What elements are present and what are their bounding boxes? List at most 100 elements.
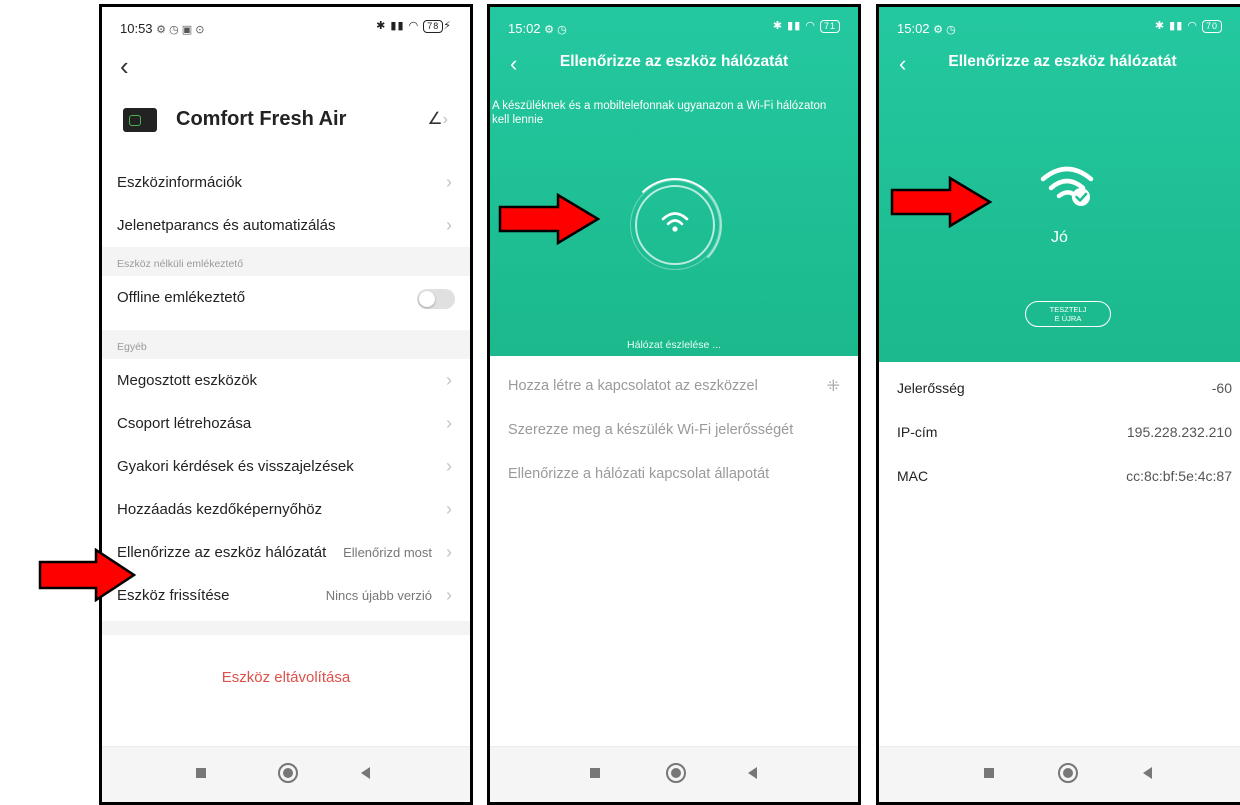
network-info-list: Jelerősség -60 IP-cím 195.228.232.210 MA… bbox=[879, 371, 1240, 503]
row-offline-reminder: Offline emlékeztető bbox=[102, 276, 470, 319]
wifi-icon bbox=[661, 212, 689, 232]
row-label: Hozzáadás kezdőképernyőhöz bbox=[117, 501, 323, 518]
retest-label-line2: E ÚJRA bbox=[1054, 314, 1082, 323]
row-add-home-screen[interactable]: Hozzáadás kezdőképernyőhöz › bbox=[102, 488, 470, 531]
info-value: -60 bbox=[1211, 380, 1232, 396]
nav-home-icon[interactable] bbox=[1057, 762, 1079, 784]
device-header[interactable]: Comfort Fresh Air ∠› bbox=[120, 103, 458, 143]
red-arrow-annotation bbox=[498, 193, 601, 245]
row-label: Offline emlékeztető bbox=[117, 289, 246, 306]
row-label: Eszközinformációk bbox=[117, 174, 243, 191]
detecting-label: Hálózat észlelése ... bbox=[627, 339, 721, 351]
spinner-icon: ⁜ bbox=[826, 378, 840, 395]
nav-back-icon[interactable] bbox=[742, 762, 764, 784]
nav-back-icon[interactable] bbox=[355, 762, 377, 784]
divider bbox=[102, 621, 470, 635]
row-firmware-update[interactable]: Eszköz frissítése Nincs újabb verzió › bbox=[102, 574, 470, 617]
settings-list: Eszközinformációk › Jelenetparancs és au… bbox=[102, 161, 470, 635]
chevron-right-icon: › bbox=[446, 456, 452, 476]
status-right-icons: ✱ ▮▮ ◠ 70 bbox=[1155, 19, 1222, 33]
status-bar: 15:02 ⚙ ◷ ✱ ▮▮ ◠ 71 bbox=[490, 7, 858, 43]
battery-icon: 71 bbox=[819, 20, 840, 33]
phone-device-settings: 10:53 ⚙ ◷ ▣ ⊙ ✱ ▮▮ ◠ 78 ⚡ ‹ Comfort Fresh… bbox=[99, 4, 473, 805]
step-label: Szerezze meg a készülék Wi-Fi jelerősség… bbox=[508, 422, 794, 438]
status-bar: 10:53 ⚙ ◷ ▣ ⊙ ✱ ▮▮ ◠ 78 ⚡ bbox=[102, 7, 470, 43]
nav-back-icon[interactable] bbox=[1137, 762, 1159, 784]
battery-icon: 78 bbox=[423, 20, 444, 33]
red-arrow-annotation bbox=[38, 548, 137, 602]
chevron-right-icon: › bbox=[446, 585, 452, 605]
nav-home-icon[interactable] bbox=[665, 762, 687, 784]
device-name: Comfort Fresh Air bbox=[176, 108, 347, 130]
status-bar: 15:02 ⚙ ◷ ✱ ▮▮ ◠ 70 bbox=[879, 7, 1240, 43]
remove-device-button[interactable]: Eszköz eltávolítása bbox=[102, 669, 470, 686]
step-label: Hozza létre a kapcsolatot az eszközzel bbox=[508, 378, 758, 394]
status-right-icons: ✱ ▮▮ ◠ 78 ⚡ bbox=[376, 20, 452, 33]
chevron-right-icon: › bbox=[446, 215, 452, 235]
info-row-signal: Jelerősség -60 bbox=[879, 371, 1240, 415]
row-label: Csoport létrehozása bbox=[117, 415, 252, 432]
row-value: Nincs újabb verzió bbox=[325, 588, 432, 603]
description: A készüléknek és a mobiltelefonnak ugyan… bbox=[492, 100, 827, 126]
retest-label-line1: TESZTELJ bbox=[1049, 305, 1087, 314]
row-shared-devices[interactable]: Megosztott eszközök › bbox=[102, 359, 470, 402]
device-icon bbox=[123, 108, 157, 132]
section-other: Egyéb bbox=[102, 330, 470, 359]
status-icons: ⚙ ◷ bbox=[933, 24, 956, 36]
row-label: Gyakori kérdések és visszajelzések bbox=[117, 458, 354, 475]
info-label: Jelerősség bbox=[897, 380, 965, 396]
row-check-network[interactable]: Ellenőrizze az eszköz hálózatát Ellenőri… bbox=[102, 531, 470, 574]
info-row-ip: IP-cím 195.228.232.210 bbox=[879, 415, 1240, 459]
battery-icon: 70 bbox=[1201, 20, 1222, 33]
nav-recent-icon[interactable] bbox=[978, 762, 1000, 784]
chevron-right-icon: › bbox=[446, 413, 452, 433]
info-value: 195.228.232.210 bbox=[1126, 424, 1232, 440]
row-label: Ellenőrizze az eszköz hálózatát bbox=[117, 544, 327, 561]
chevron-right-icon: › bbox=[446, 172, 452, 192]
android-nav-bar bbox=[102, 746, 470, 802]
chevron-right-icon: › bbox=[446, 499, 452, 519]
step-item: Hozza létre a kapcsolatot az eszközzel ⁜ bbox=[490, 367, 858, 411]
check-steps: Hozza létre a kapcsolatot az eszközzel ⁜… bbox=[490, 367, 858, 499]
info-value: cc:8c:bf:5e:4c:87 bbox=[1126, 468, 1232, 484]
nav-recent-icon[interactable] bbox=[584, 762, 606, 784]
info-row-mac: MAC cc:8c:bf:5e:4c:87 bbox=[879, 459, 1240, 503]
red-arrow-annotation bbox=[890, 176, 993, 228]
status-icons: ⚙ ◷ ▣ ⊙ bbox=[156, 24, 205, 36]
nav-recent-icon[interactable] bbox=[190, 762, 212, 784]
info-label: MAC bbox=[897, 468, 929, 484]
step-item: Szerezze meg a készülék Wi-Fi jelerősség… bbox=[490, 411, 858, 455]
page-title: Ellenőrizze az eszköz hálózatát bbox=[559, 53, 789, 70]
phone-network-result: 15:02 ⚙ ◷ ✱ ▮▮ ◠ 70 ‹ Ellenőrizze az esz… bbox=[876, 4, 1240, 805]
info-label: IP-cím bbox=[897, 424, 938, 440]
signal-quality: Jó bbox=[1051, 229, 1068, 246]
chevron-right-icon: › bbox=[446, 542, 452, 562]
chevron-right-icon: › bbox=[446, 370, 452, 390]
status-right-icons: ✱ ▮▮ ◠ 71 bbox=[773, 19, 840, 33]
row-label: Jelenetparancs és automatizálás bbox=[117, 217, 336, 234]
status-time: 10:53 bbox=[120, 21, 153, 36]
row-value: Ellenőrizd most bbox=[343, 545, 432, 560]
row-label: Megosztott eszközök bbox=[117, 372, 258, 389]
row-device-info[interactable]: Eszközinformációk › bbox=[102, 161, 470, 204]
android-nav-bar bbox=[490, 746, 858, 802]
row-scene-automation[interactable]: Jelenetparancs és automatizálás › bbox=[102, 204, 470, 247]
back-chevron-icon[interactable]: ‹ bbox=[120, 51, 129, 82]
retest-button[interactable]: TESZTELJ E ÚJRA bbox=[1025, 301, 1111, 327]
phone-network-check: 15:02 ⚙ ◷ ✱ ▮▮ ◠ 71 ‹ Ellenőrizze az esz… bbox=[487, 4, 861, 805]
wifi-check-icon bbox=[1040, 166, 1094, 206]
status-time: 15:02 bbox=[508, 21, 541, 36]
offline-toggle[interactable] bbox=[417, 289, 455, 309]
edit-icon[interactable]: ∠› bbox=[427, 109, 448, 129]
row-faq[interactable]: Gyakori kérdések és visszajelzések › bbox=[102, 445, 470, 488]
android-nav-bar bbox=[879, 746, 1240, 802]
status-time: 15:02 bbox=[897, 21, 930, 36]
step-label: Ellenőrizze a hálózati kapcsolat állapot… bbox=[508, 466, 770, 482]
status-icons: ⚙ ◷ bbox=[544, 24, 567, 36]
nav-home-icon[interactable] bbox=[277, 762, 299, 784]
step-item: Ellenőrizze a hálózati kapcsolat állapot… bbox=[490, 455, 858, 499]
row-create-group[interactable]: Csoport létrehozása › bbox=[102, 402, 470, 445]
section-offline-reminder: Eszköz nélküli emlékeztető bbox=[102, 247, 470, 276]
page-title: Ellenőrizze az eszköz hálózatát bbox=[948, 53, 1177, 70]
green-header: 15:02 ⚙ ◷ ✱ ▮▮ ◠ 71 ‹ Ellenőrizze az esz… bbox=[490, 7, 858, 356]
